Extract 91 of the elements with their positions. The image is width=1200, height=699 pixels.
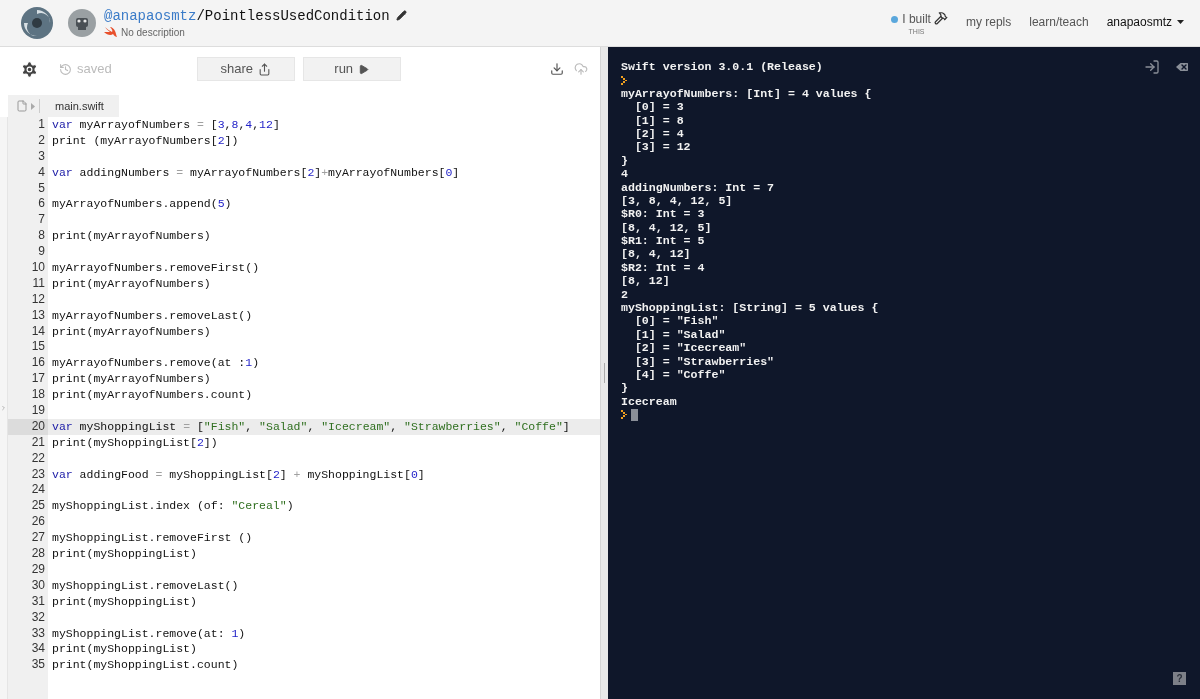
line-number: 6 bbox=[8, 196, 48, 213]
code-line: print(myShoppingList) bbox=[52, 593, 197, 610]
caret-down-icon bbox=[1177, 20, 1184, 24]
nav-link[interactable]: my repls bbox=[965, 13, 1012, 31]
code-line: print(myArrayofNumbers) bbox=[52, 228, 211, 245]
code-line: var addingFood = myShoppingList[2] + myShoppingList[0] bbox=[52, 466, 425, 483]
line-number: 15 bbox=[8, 339, 48, 356]
code-line: myShoppingList.remove(at: 1) bbox=[52, 625, 246, 642]
prompt-icon bbox=[621, 410, 627, 420]
line-number: 1 bbox=[8, 117, 48, 133]
line-number: 34 bbox=[8, 641, 48, 658]
swift-bird-icon bbox=[104, 26, 117, 38]
code-line: print(myShoppingList[2]) bbox=[52, 434, 218, 451]
enter-icon[interactable] bbox=[1144, 59, 1160, 75]
line-number: 19 bbox=[8, 403, 48, 419]
line-number: 8 bbox=[8, 228, 48, 245]
code-line: var myArrayofNumbers = [3,8,4,12] bbox=[52, 117, 280, 133]
console-line: 4 bbox=[621, 167, 628, 181]
repl-title: /PointlessUsedCondition bbox=[196, 6, 390, 25]
prompt-icon bbox=[621, 75, 627, 85]
code-line: print(myShoppingList) bbox=[52, 641, 197, 658]
console-line: myArrayofNumbers: [Int] = 4 values { bbox=[621, 86, 872, 101]
line-number: 10 bbox=[8, 260, 48, 276]
code-line: myArrayofNumbers.append(5) bbox=[52, 196, 232, 213]
console-line: [8, 4, 12] bbox=[621, 247, 691, 261]
console-line: [2] = "Icecream" bbox=[633, 341, 747, 355]
code-line: print(myArrayofNumbers) bbox=[52, 323, 211, 340]
code-line: print (myArrayofNumbers[2]) bbox=[52, 132, 239, 149]
code-line: print(myShoppingList.count) bbox=[52, 657, 239, 674]
owner-link[interactable]: @anapaosmtz bbox=[104, 6, 197, 25]
code-line: print(myShoppingList) bbox=[52, 546, 197, 562]
line-number: 35 bbox=[8, 657, 48, 674]
console-line: [1] = 8 bbox=[633, 113, 684, 127]
code-line: myArrayofNumbers.remove(at :1) bbox=[52, 355, 260, 372]
code-line: myShoppingList.removeLast() bbox=[52, 577, 239, 594]
line-number: 28 bbox=[8, 546, 48, 562]
play-icon bbox=[358, 63, 370, 75]
code-line: myArrayofNumbers.removeLast() bbox=[52, 307, 253, 324]
line-number: 26 bbox=[8, 514, 48, 531]
code-line: print(myArrayofNumbers) bbox=[52, 371, 211, 388]
line-number: 9 bbox=[8, 244, 48, 260]
code-line: print(myArrayofNumbers.count) bbox=[52, 387, 253, 404]
console-line: addingNumbers: Int = 7 bbox=[621, 180, 775, 194]
console-line: $R1: Int = 5 bbox=[621, 234, 705, 248]
share-icon bbox=[257, 62, 271, 76]
hammer-icon bbox=[933, 11, 948, 25]
repl-description: No description bbox=[121, 25, 185, 40]
code-line: myShoppingList.removeFirst () bbox=[52, 530, 253, 547]
code-line: var myShoppingList = ["Fish", "Salad", "Icecream", "Strawberries", "Coffe"] bbox=[52, 418, 570, 435]
code-line: var addingNumbers = myArrayofNumbers[2]+myArrayofNumbers[0] bbox=[52, 164, 460, 181]
logo-icon[interactable] bbox=[20, 6, 54, 40]
console-line: [1] = "Salad" bbox=[633, 327, 726, 342]
edit-icon[interactable] bbox=[395, 10, 407, 21]
line-number: 25 bbox=[8, 498, 48, 515]
console-line: Icecream bbox=[621, 394, 677, 409]
code-line: print(myArrayofNumbers) bbox=[52, 275, 211, 292]
console-line: [8, 4, 12, 5] bbox=[621, 220, 712, 235]
console-line: [0] = "Fish" bbox=[633, 314, 719, 328]
nav-link[interactable]: learn/teach bbox=[1029, 13, 1089, 31]
line-number: 16 bbox=[8, 355, 48, 372]
console-line: [3] = "Strawberries" bbox=[633, 354, 775, 368]
console-line: $R2: Int = 4 bbox=[621, 260, 705, 275]
console-line: Swift version 3.0.1 (Release) bbox=[621, 60, 823, 74]
console-line: [8, 12] bbox=[621, 274, 670, 288]
avatar-icon[interactable] bbox=[68, 9, 96, 37]
console-line: $R0: Int = 3 bbox=[621, 207, 705, 221]
download-icon[interactable] bbox=[550, 62, 564, 76]
line-number: 24 bbox=[8, 482, 48, 499]
console-line: [3] = 12 bbox=[633, 140, 691, 154]
code-line: myShoppingList.index (of: "Cereal") bbox=[52, 498, 294, 515]
console-line: } bbox=[621, 381, 628, 395]
console-line: [0] = 3 bbox=[633, 100, 684, 114]
settings-icon[interactable] bbox=[20, 59, 39, 79]
line-number: 7 bbox=[8, 212, 48, 229]
console-line: 2 bbox=[621, 287, 628, 302]
code-line: myArrayofNumbers.removeFirst() bbox=[52, 260, 260, 276]
line-number: 17 bbox=[8, 371, 48, 388]
line-number: 18 bbox=[8, 387, 48, 404]
run-button[interactable]: run bbox=[302, 57, 401, 81]
console-line: myShoppingList: [String] = 5 values { bbox=[621, 301, 879, 315]
saved-status: saved bbox=[77, 60, 112, 79]
user-menu[interactable]: anapaosmtz bbox=[1106, 13, 1184, 31]
share-button[interactable]: share bbox=[196, 57, 295, 81]
resize-handle-icon[interactable] bbox=[604, 363, 605, 383]
console-line: } bbox=[621, 153, 628, 168]
console-line: [4] = "Coffe" bbox=[633, 368, 726, 382]
console-line: [2] = 4 bbox=[633, 126, 684, 141]
console-line: [3, 8, 4, 12, 5] bbox=[621, 193, 733, 208]
line-number: 27 bbox=[8, 530, 48, 547]
collapse-handle-icon[interactable] bbox=[0, 404, 7, 412]
history-icon bbox=[59, 62, 72, 76]
